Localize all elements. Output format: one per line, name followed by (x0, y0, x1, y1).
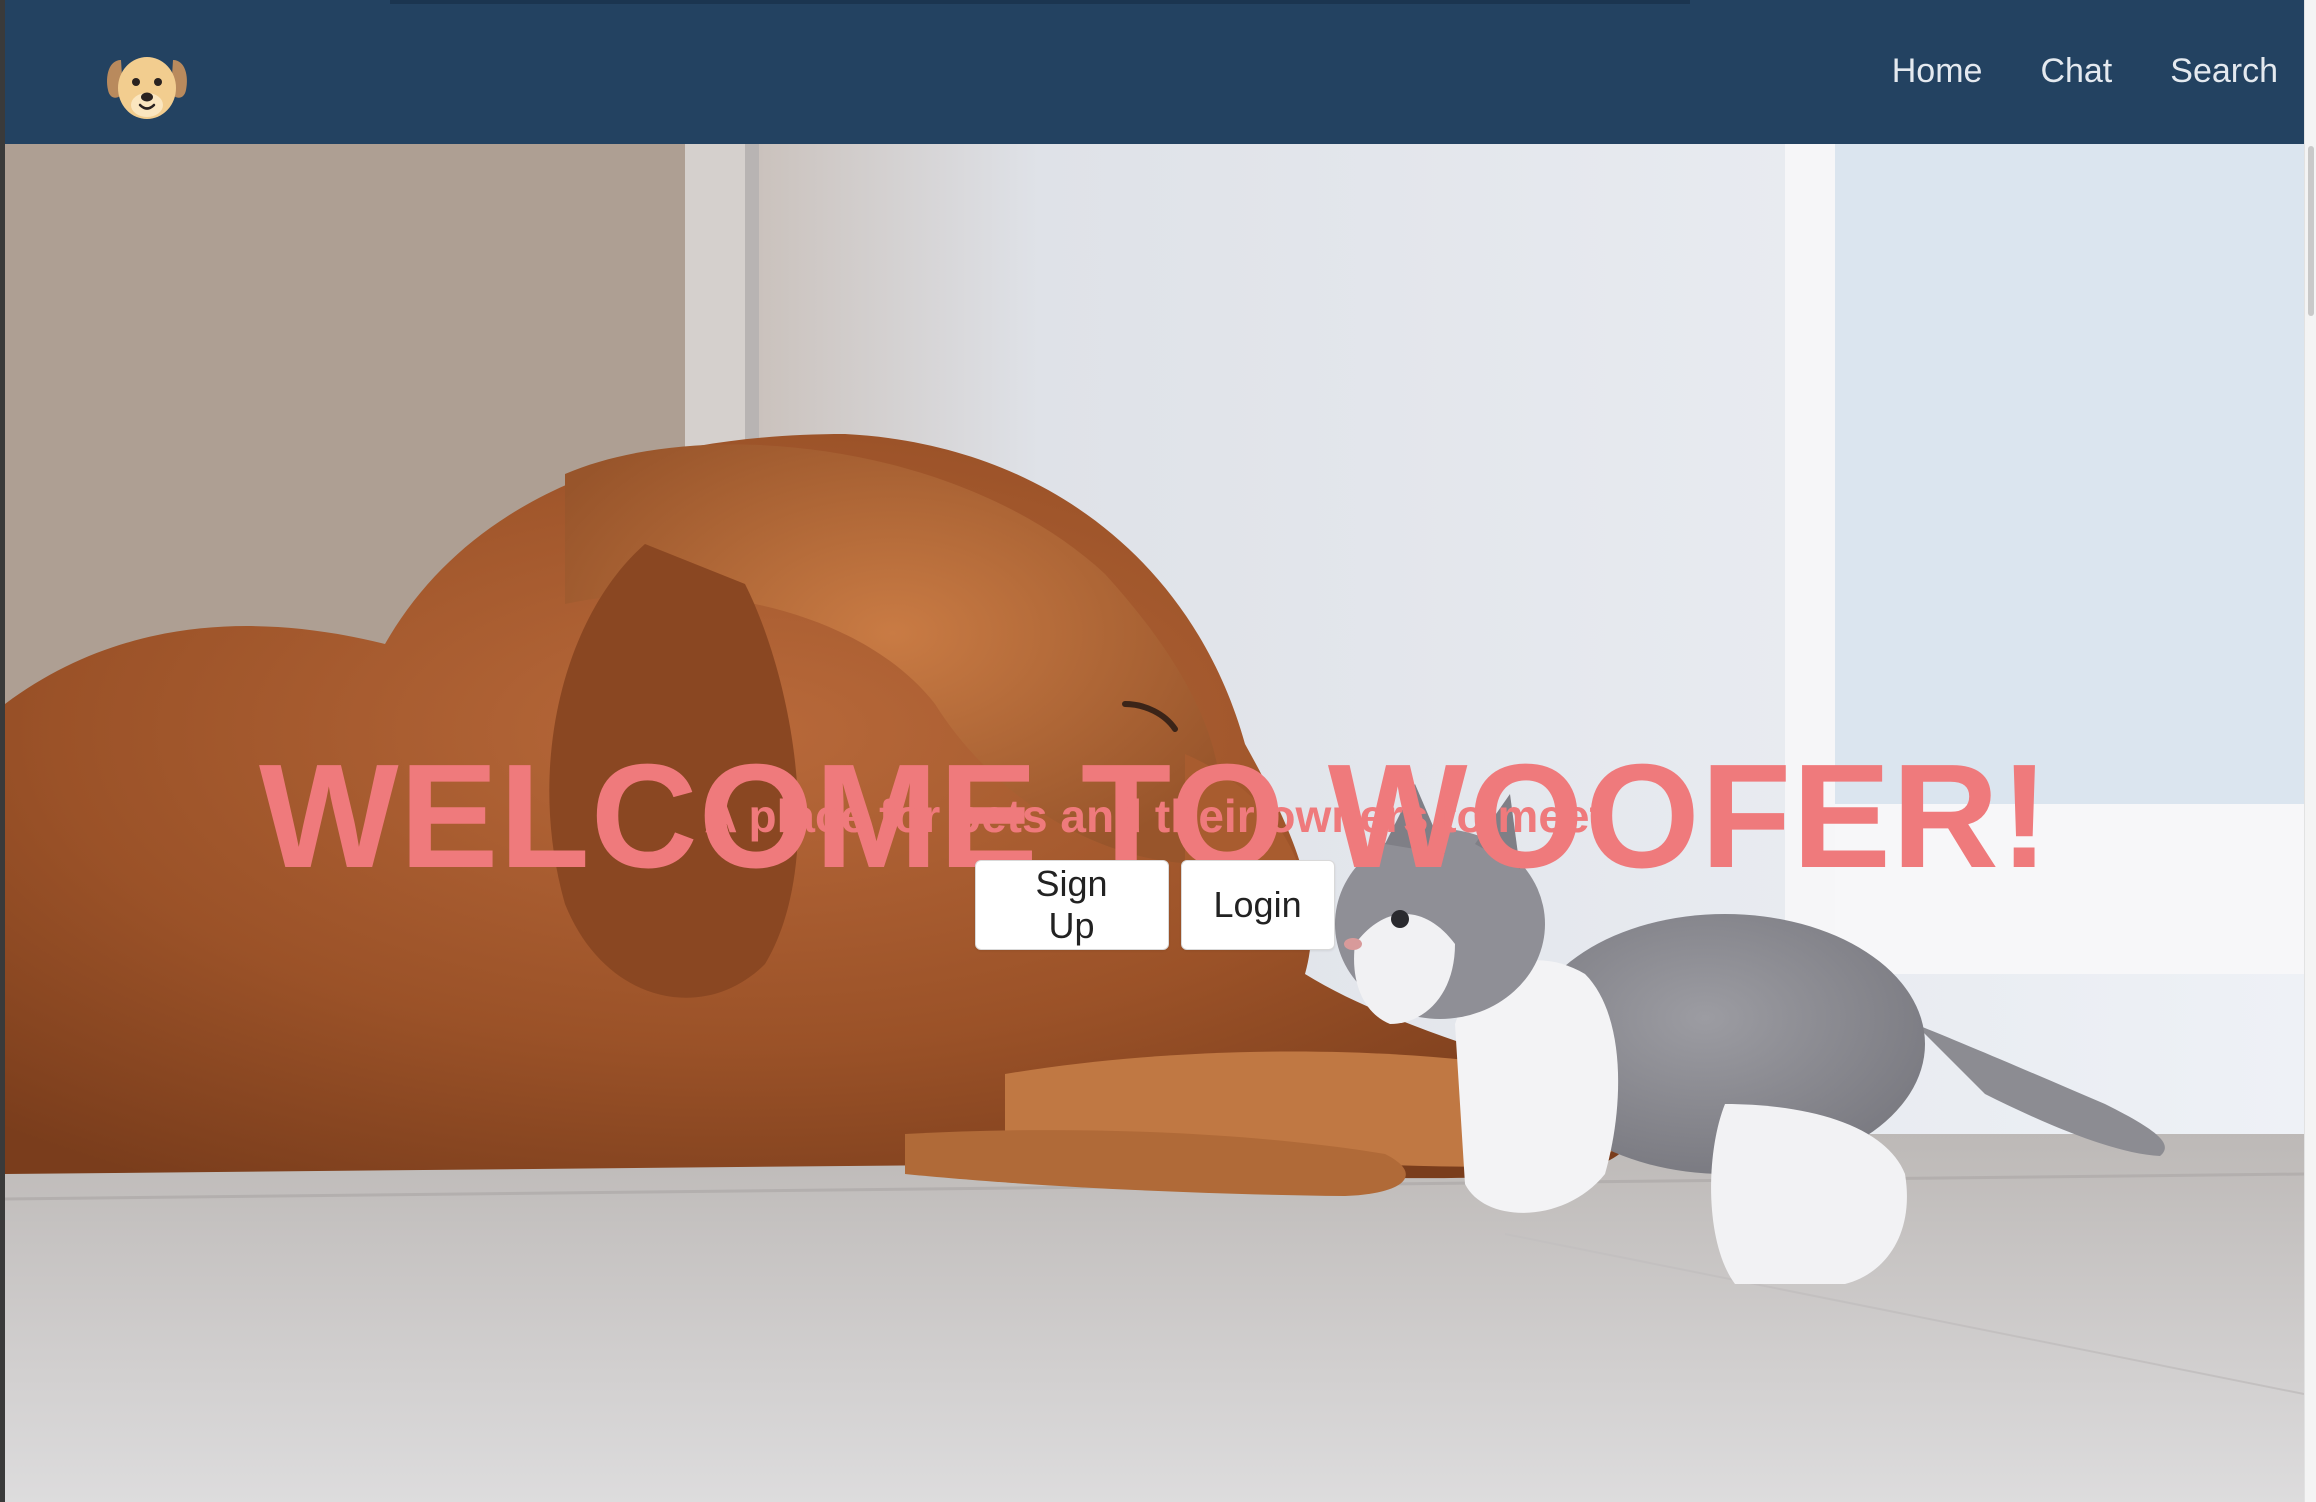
dog-face-logo-icon[interactable] (105, 50, 189, 126)
window-scrollbar-thumb[interactable] (2308, 146, 2314, 316)
login-button[interactable]: Login (1180, 860, 1335, 950)
hero-subtitle: A place for pets and their owners to mee… (704, 790, 1605, 842)
hero-button-group: Sign Up Login (5, 860, 2304, 950)
navbar-top-shadow (390, 0, 1690, 4)
top-navbar: Home Chat Search (5, 0, 2304, 144)
nav-link-home[interactable]: Home (1892, 48, 1983, 94)
nav-link-search[interactable]: Search (2170, 48, 2278, 94)
nav-link-chat[interactable]: Chat (2040, 48, 2112, 94)
sign-up-button[interactable]: Sign Up (974, 860, 1169, 950)
nav-links: Home Chat Search (1892, 48, 2278, 94)
hero-section: WELCOME TO WOOFER! A place for pets and … (5, 144, 2304, 1502)
